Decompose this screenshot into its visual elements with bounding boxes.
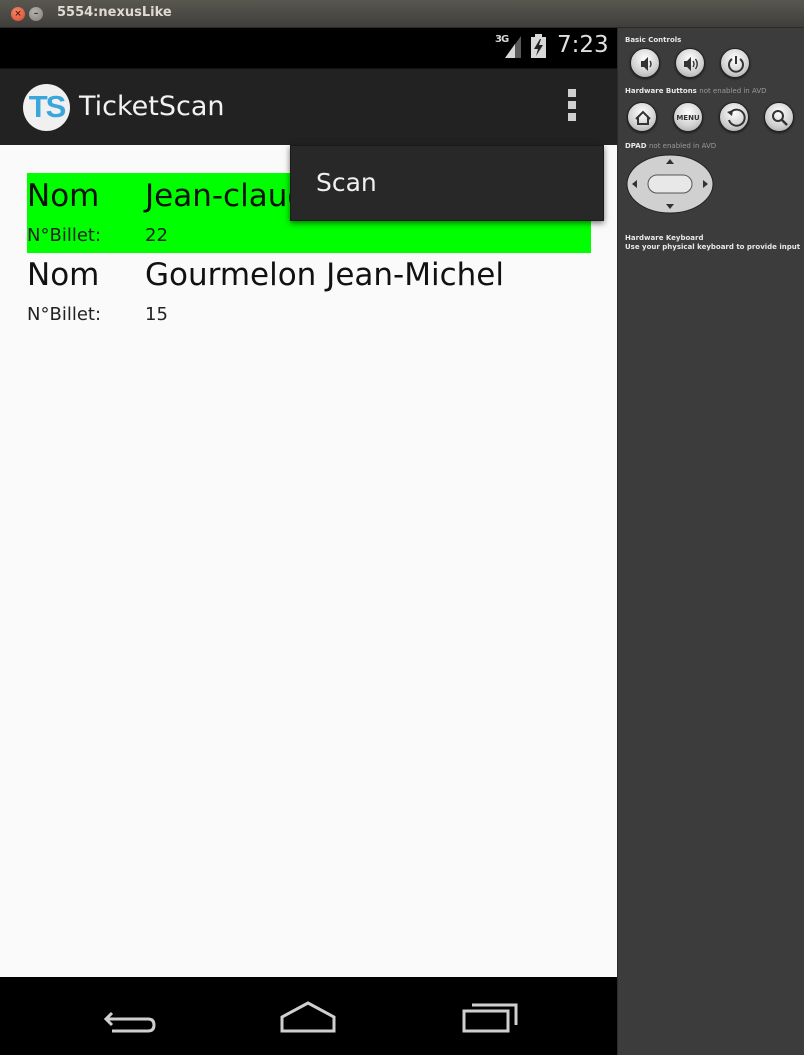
back-hw-icon <box>727 108 746 127</box>
overflow-menu-popup: Scan <box>290 145 604 221</box>
menu-item-scan[interactable]: Scan <box>316 168 377 197</box>
name-value: Gourmelon Jean-Michel <box>145 257 504 293</box>
window-close-button[interactable]: × <box>11 7 25 21</box>
app-title: TicketScan <box>79 91 225 122</box>
keyboard-title: Hardware Keyboard <box>625 234 704 242</box>
power-icon <box>728 56 744 73</box>
ticket-number-label: N°Billet: <box>27 225 102 246</box>
device-screen: 3G 7:23 TS TicketScan Nom Jean-claude N°… <box>0 28 617 1055</box>
home-hw-icon <box>635 110 651 125</box>
search-icon <box>772 110 788 126</box>
search-hw-button[interactable] <box>764 102 794 132</box>
keyboard-note: Use your physical keyboard to provide in… <box>625 243 801 251</box>
window-minimize-button[interactable]: – <box>29 7 43 21</box>
power-button[interactable] <box>720 48 750 78</box>
hardware-keyboard-hint: Hardware Keyboard Use your physical keyb… <box>625 234 800 252</box>
back-hw-button[interactable] <box>719 102 749 132</box>
volume-up-button[interactable] <box>675 48 705 78</box>
menu-hw-button[interactable]: MENU <box>673 102 703 132</box>
navigation-bar <box>0 977 617 1055</box>
ticket-number-value: 15 <box>145 304 168 325</box>
volume-down-button[interactable] <box>630 48 660 78</box>
clock: 7:23 <box>557 32 609 58</box>
volume-up-icon <box>684 57 698 71</box>
action-bar: TS TicketScan <box>0 68 617 145</box>
list-item[interactable]: Nom Gourmelon Jean-Michel N°Billet: 15 <box>27 252 591 332</box>
window-titlebar: × – 5554:nexusLike <box>0 0 804 28</box>
volume-down-icon <box>641 57 652 71</box>
app-logo-text: TS <box>28 89 67 124</box>
battery-icon <box>531 34 546 58</box>
home-hw-button[interactable] <box>627 102 657 132</box>
back-icon[interactable] <box>98 995 162 1039</box>
name-label: Nom <box>27 257 100 293</box>
recents-icon[interactable] <box>458 995 522 1039</box>
signal-icon <box>505 36 521 58</box>
dpad-title: DPAD not enabled in AVD <box>625 142 717 150</box>
overflow-menu-icon[interactable] <box>562 89 582 125</box>
ticket-number-value: 22 <box>145 225 168 246</box>
basic-controls-title: Basic Controls <box>625 36 682 44</box>
hardware-buttons-title: Hardware Buttons not enabled in AVD <box>625 87 767 95</box>
dpad-control[interactable] <box>626 154 714 214</box>
window-title: 5554:nexusLike <box>57 5 172 20</box>
ticket-number-label: N°Billet: <box>27 304 102 325</box>
emulator-controls-panel: Basic Controls Hardware Buttons not enab… <box>617 28 804 1055</box>
app-logo[interactable]: TS <box>23 84 70 131</box>
home-icon[interactable] <box>276 995 340 1039</box>
status-bar: 3G 7:23 <box>0 28 617 68</box>
name-label: Nom <box>27 178 100 214</box>
